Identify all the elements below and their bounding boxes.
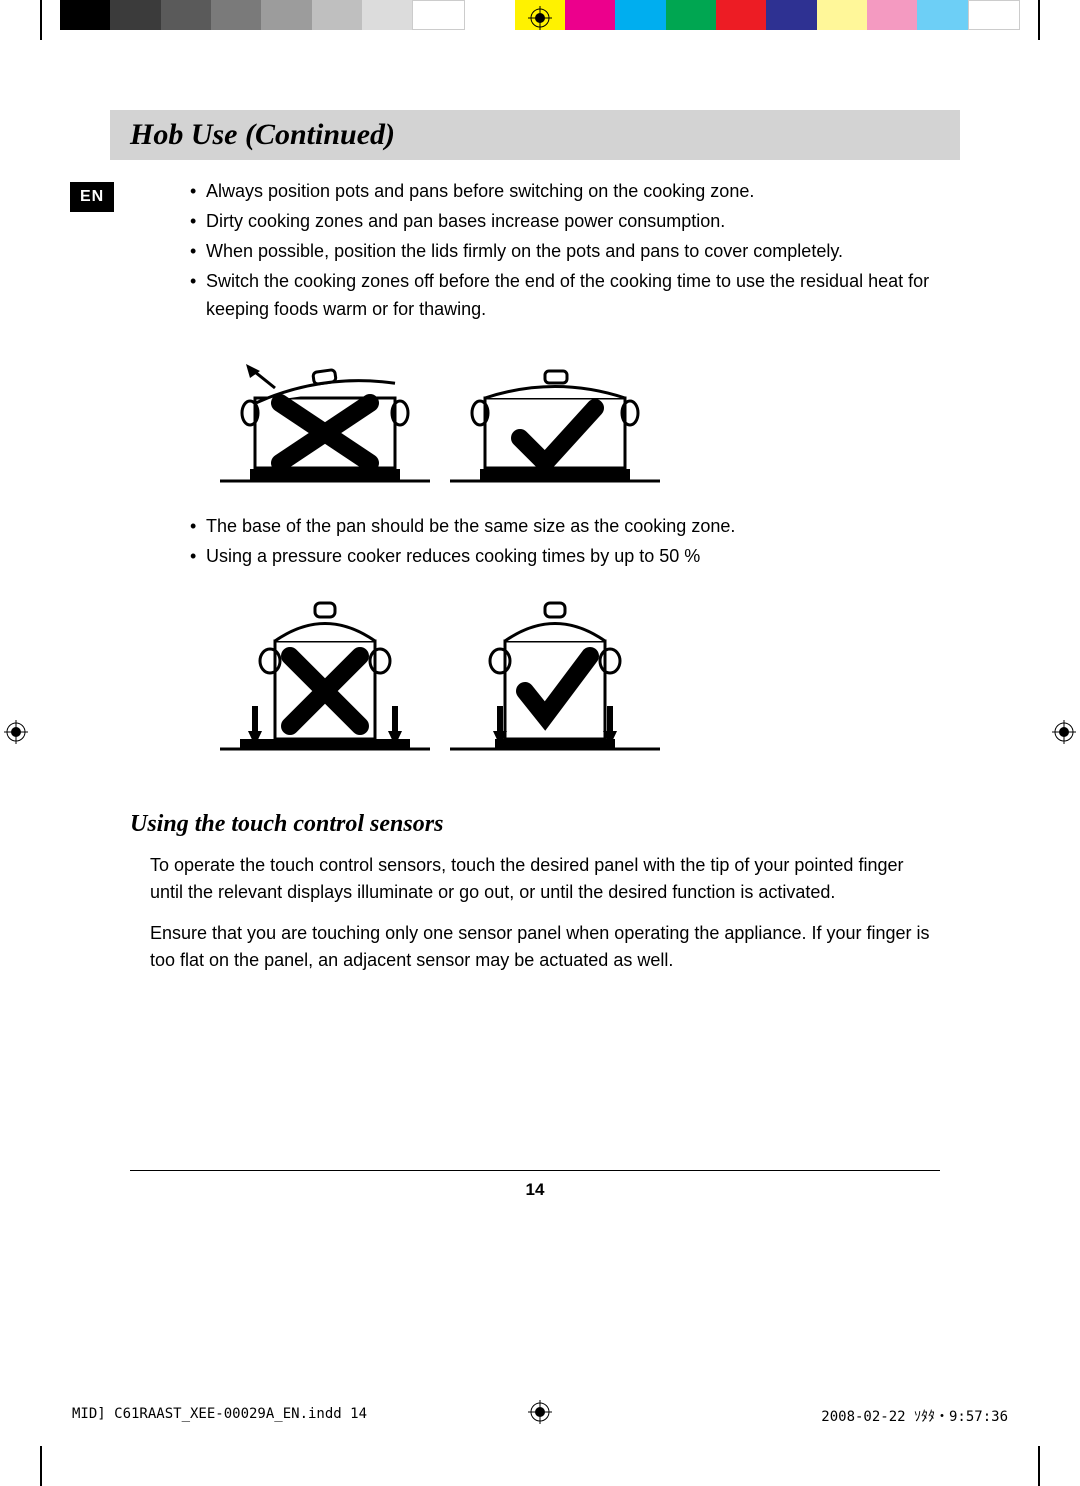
registration-mark-icon [1052, 720, 1076, 744]
registration-mark-icon [528, 6, 552, 30]
crop-mark [1038, 1446, 1040, 1486]
registration-mark-icon [4, 720, 28, 744]
list-item: Dirty cooking zones and pan bases increa… [190, 208, 940, 236]
crop-mark [40, 0, 42, 40]
list-item: Switch the cooking zones off before the … [190, 268, 940, 324]
diagram-lids [220, 343, 1000, 493]
diagram-cooker-correct-icon [450, 591, 660, 761]
footer-timestamp: 2008-02-22 ｿﾀﾀ・9:57:36 [821, 1406, 1008, 1426]
crop-mark [40, 1446, 42, 1486]
page-number: 14 [70, 1180, 1000, 1200]
section-title: Hob Use (Continued) [110, 110, 960, 160]
diagram-cooker [220, 591, 1000, 761]
footer-filename: MID] C61RAAST_XEE-00029A_EN.indd 14 [72, 1406, 367, 1426]
diagram-pot-wrong-icon [220, 343, 430, 493]
list-item: Always position pots and pans before swi… [190, 178, 940, 206]
paragraph: Ensure that you are touching only one se… [150, 920, 940, 974]
list-item: The base of the pan should be the same s… [190, 513, 940, 541]
bullets-top: Always position pots and pans before swi… [150, 178, 940, 323]
page-content: Hob Use (Continued) EN Always position p… [70, 110, 1000, 988]
print-footer: MID] C61RAAST_XEE-00029A_EN.indd 14 2008… [72, 1406, 1008, 1426]
footer-rule [130, 1170, 940, 1171]
language-badge: EN [70, 182, 114, 212]
list-item: Using a pressure cooker reduces cooking … [190, 543, 940, 571]
diagram-pot-correct-icon [450, 343, 660, 493]
paragraph: To operate the touch control sensors, to… [150, 852, 940, 906]
bullets-mid: The base of the pan should be the same s… [150, 513, 940, 571]
subheading: Using the touch control sensors [130, 811, 960, 838]
diagram-cooker-wrong-icon [220, 591, 430, 761]
list-item: When possible, position the lids firmly … [190, 238, 940, 266]
crop-mark [1038, 0, 1040, 40]
